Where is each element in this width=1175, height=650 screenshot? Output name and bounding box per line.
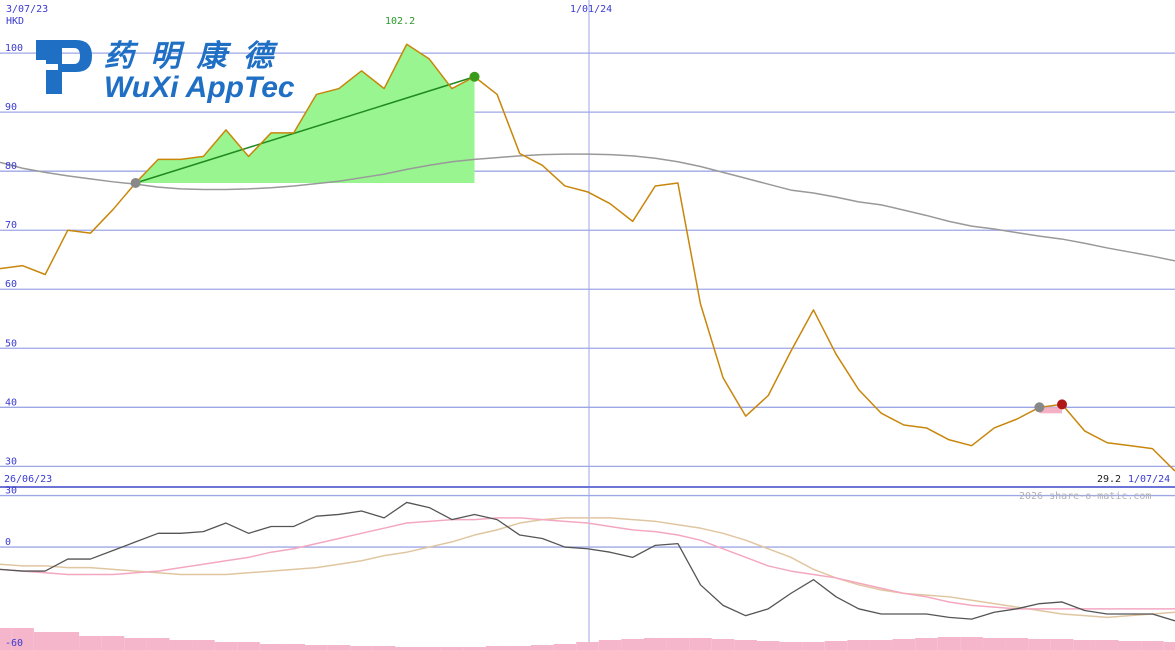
y-tick-label: 30 <box>5 486 17 497</box>
stock-chart: 30 40 50 60 70 80 90 100 -60 0 30 3/07/23 HKD 1/01… <box>0 0 1175 650</box>
volume-bar <box>666 638 690 650</box>
volume-bar <box>553 644 577 650</box>
y-tick-label: 50 <box>5 338 17 349</box>
volume-bar <box>937 637 961 650</box>
sell-marker <box>469 71 480 82</box>
volume-bar <box>982 638 1006 650</box>
y-tick-label: 80 <box>5 161 17 172</box>
y-tick-label: 90 <box>5 102 17 113</box>
y-tick-label: -60 <box>5 638 23 649</box>
volume-bar <box>779 642 803 650</box>
volume-bar <box>1050 639 1074 650</box>
volume-bar <box>576 642 599 650</box>
lower-start-date-label: 26/06/23 <box>4 474 52 485</box>
start-date-label: 3/07/23 <box>6 4 48 15</box>
volume-bar <box>1141 641 1164 650</box>
volume-bar <box>372 646 396 650</box>
y-tick-label: 30 <box>5 456 17 467</box>
y-tick-label: 70 <box>5 220 17 231</box>
loss-start-marker <box>1034 402 1045 413</box>
volume-bar <box>1028 639 1051 650</box>
markers <box>130 71 1068 413</box>
currency-label: HKD <box>6 16 24 27</box>
volume-bar <box>802 642 825 650</box>
volume-bar <box>33 632 57 650</box>
volume-bar <box>259 644 283 650</box>
oscillator-signal-line <box>0 517 1175 610</box>
volume-bar <box>350 646 373 650</box>
wuxi-apptec-logo: 药 明 康 德 WuXi AppTec <box>34 39 295 104</box>
volume-bar <box>327 645 351 650</box>
volume-bar <box>79 636 102 650</box>
series-lines <box>0 43 1175 622</box>
loss-end-marker <box>1057 399 1068 410</box>
volume-bar <box>169 640 193 650</box>
volume-bar <box>869 640 893 650</box>
volume-bar <box>1118 641 1142 650</box>
volume-bar <box>192 640 215 650</box>
peak-value-label: 102.2 <box>385 16 415 27</box>
buy-start-marker <box>130 177 141 188</box>
y-tick-label: 0 <box>5 537 11 548</box>
mid-date-label: 1/01/24 <box>570 4 612 15</box>
volume-bar <box>734 640 757 650</box>
volume-bar <box>960 637 983 650</box>
copyright-label: 2026 share-o-matic.com <box>1019 491 1151 502</box>
volume-bar <box>847 640 870 650</box>
volume-bar <box>1005 638 1029 650</box>
last-value-label: 29.2 <box>1097 474 1121 485</box>
logo-chinese-text: 药 明 康 德 <box>104 39 279 73</box>
volume-bar <box>282 644 306 650</box>
volume-bar <box>531 645 554 650</box>
volume-bar <box>508 646 532 650</box>
volume-bars <box>0 628 1175 650</box>
volume-bar <box>237 642 260 650</box>
volume-bar <box>146 638 170 650</box>
oscillator-fast-line <box>0 501 1175 622</box>
y-tick-label: 100 <box>5 43 23 54</box>
volume-bar <box>124 638 147 650</box>
volume-bar <box>689 638 712 650</box>
volume-bar <box>101 636 125 650</box>
end-date-label: 1/07/24 <box>1128 474 1170 485</box>
logo-english-text: WuXi AppTec <box>104 71 295 104</box>
volume-bar <box>56 632 80 650</box>
volume-bar <box>1095 640 1119 650</box>
volume-bar <box>305 645 328 650</box>
volume-bar <box>598 640 622 650</box>
volume-bar <box>643 638 667 650</box>
volume-bar <box>915 638 938 650</box>
axis-labels: 30 40 50 60 70 80 90 100 -60 0 30 <box>5 43 23 649</box>
y-tick-label: 60 <box>5 279 17 290</box>
volume-bar <box>1163 642 1175 650</box>
volume-bar <box>756 641 780 650</box>
logo-stripe <box>34 64 58 70</box>
volume-bar <box>711 639 735 650</box>
y-tick-label: 40 <box>5 397 17 408</box>
volume-bar <box>1073 640 1096 650</box>
volume-bar <box>621 639 644 650</box>
volume-bar <box>824 641 848 650</box>
volume-bar <box>485 646 509 650</box>
volume-bar <box>892 639 916 650</box>
volume-bar <box>214 642 238 650</box>
